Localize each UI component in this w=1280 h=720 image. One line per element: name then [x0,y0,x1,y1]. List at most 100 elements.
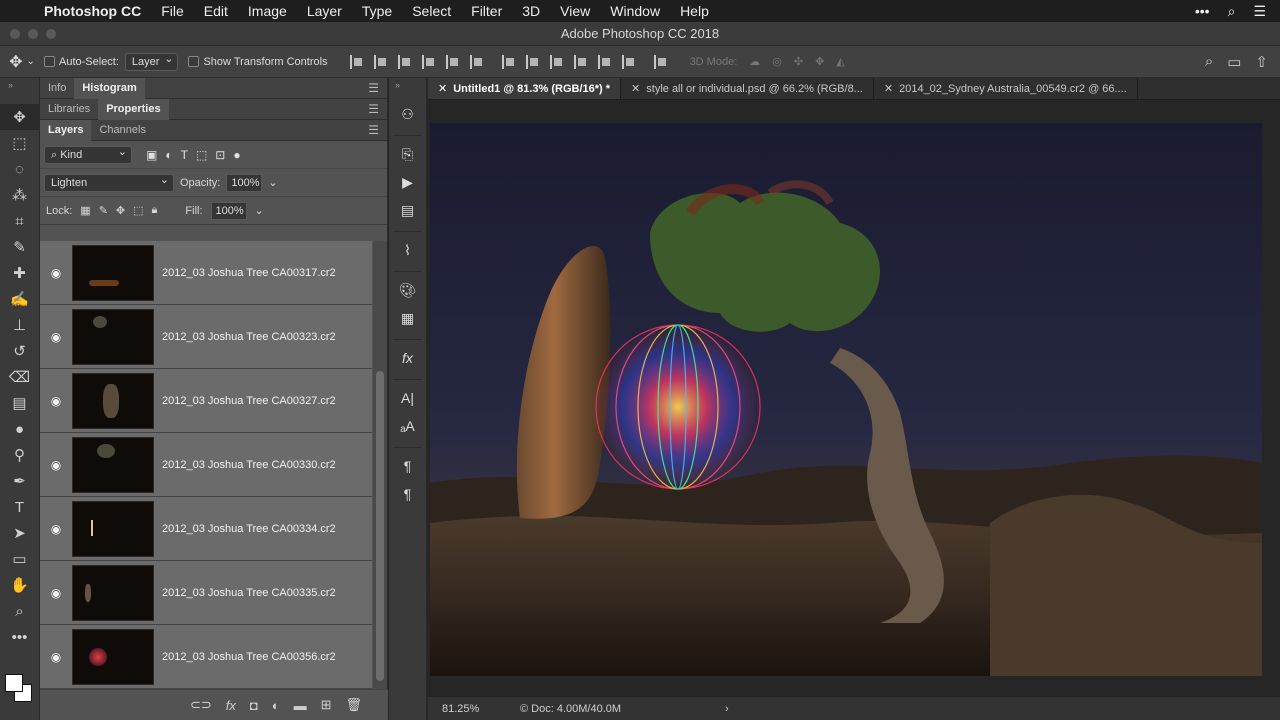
character-panel-button[interactable]: A| [389,384,426,412]
gradient-tool[interactable]: ▤ [0,390,39,416]
add-mask-icon[interactable]: ◘ [250,698,258,713]
adjustment-layer-icon[interactable]: ◐ [272,698,280,713]
roll-3d-icon[interactable]: ◎ [772,55,782,68]
close-icon[interactable]: ✕ [631,83,640,95]
search-icon[interactable]: ⌕ [1205,53,1213,71]
pen-tool[interactable]: ✒ [0,468,39,494]
blend-mode-dropdown[interactable]: Lighten [44,172,174,192]
lock-all-icon[interactable]: 🔒︎ [152,204,158,217]
menu-file[interactable]: File [151,0,194,22]
lock-artboard-icon[interactable]: ⬚ [133,204,143,217]
doc-tab-untitled1[interactable]: ✕ Untitled1 @ 81.3% (RGB/16*) * [428,78,622,99]
menu-3d[interactable]: 3D [512,0,550,22]
paragraph-panel-button[interactable]: ¶ [389,452,426,480]
layer-row[interactable]: ◉ 2012_03 Joshua Tree CA00323.cr2 [40,305,372,369]
align-vcenter-icon[interactable] [373,54,388,69]
type-tool[interactable]: T [0,494,39,520]
visibility-eye-icon[interactable]: ◉ [40,650,72,664]
chevron-right-icon[interactable]: › [725,703,729,715]
more-icon[interactable]: ••• [1195,3,1210,20]
eyedropper-tool[interactable]: ✎ [0,234,39,260]
transform-controls-checkbox[interactable]: Show Transform Controls [188,56,328,68]
menu-select[interactable]: Select [402,0,461,22]
dodge-tool[interactable]: ⚲ [0,442,39,468]
more-tools[interactable]: ••• [0,624,39,650]
move-tool-preset[interactable]: ✥ ⌄ [0,52,44,72]
styles-panel-button[interactable]: fx [389,344,426,372]
distribute-bottom-icon[interactable] [549,54,564,69]
scroll-thumb[interactable] [376,371,384,681]
auto-select-dropdown[interactable]: Layer [124,51,179,71]
distribute-hcenter-icon[interactable] [597,54,612,69]
menu-edit[interactable]: Edit [194,0,238,22]
lock-pixels-icon[interactable]: ✎ [99,204,108,217]
tab-channels[interactable]: Channels [91,120,153,141]
type-filter-icon[interactable]: T [181,148,188,162]
menu-icon[interactable]: ☰ [1253,3,1266,20]
eraser-tool[interactable]: ⌫ [0,364,39,390]
image-filter-icon[interactable]: ▣ [146,148,157,162]
new-group-icon[interactable]: ▬ [294,698,307,713]
color-panel-button[interactable]: 🎨︎ [389,276,426,304]
chevron-down-icon[interactable]: ⌄ [268,176,277,189]
zoom-window-button[interactable] [46,29,56,39]
paths-panel-button[interactable]: ⌇ [389,236,426,264]
align-top-icon[interactable] [349,54,364,69]
orbit-3d-icon[interactable]: ☁ [749,55,760,68]
align-bottom-icon[interactable] [397,54,412,69]
panel-menu-icon[interactable]: ☰ [368,81,379,95]
swatches-panel-button[interactable]: ▦ [389,304,426,332]
auto-select-checkbox[interactable]: Auto-Select: [44,56,119,68]
slide-3d-icon[interactable]: ✥ [815,55,824,68]
fill-field[interactable]: 100% [210,201,247,220]
visibility-eye-icon[interactable]: ◉ [40,330,72,344]
zoom-level[interactable]: 81.25% [428,703,490,715]
lock-position-icon[interactable]: ✥ [116,204,125,217]
doc-tab-sydney[interactable]: ✕ 2014_02_Sydney Australia_00549.cr2 @ 66… [874,78,1138,99]
collapse-icon[interactable]: » [8,80,13,90]
adjustment-filter-icon[interactable]: ◐ [165,148,172,162]
visibility-eye-icon[interactable]: ◉ [40,458,72,472]
distribute-top-icon[interactable] [501,54,516,69]
history-panel-button[interactable]: ⎘ [389,140,426,168]
link-layers-icon[interactable]: ⊂⊃ [190,697,212,713]
align-left-icon[interactable] [421,54,436,69]
distribute-vcenter-icon[interactable] [525,54,540,69]
layer-row[interactable]: ◉ 2012_03 Joshua Tree CA00356.cr2 [40,625,372,689]
visibility-eye-icon[interactable]: ◉ [40,522,72,536]
shape-tool[interactable]: ▭ [0,546,39,572]
workspace-icon[interactable]: ▭ [1227,53,1241,71]
move-tool[interactable]: ✥ [0,104,39,130]
lock-transparent-icon[interactable]: ▦ [80,204,90,217]
lasso-tool[interactable]: ◌ [0,156,39,182]
minimize-window-button[interactable] [28,29,38,39]
tab-libraries[interactable]: Libraries [40,99,98,120]
filter-toggle-icon[interactable]: ● [233,148,240,162]
menu-view[interactable]: View [550,0,600,22]
layer-row[interactable]: ◉ 2012_03 Joshua Tree CA00330.cr2 [40,433,372,497]
foreground-color-swatch[interactable] [5,674,23,692]
menu-window[interactable]: Window [600,0,670,22]
visibility-eye-icon[interactable]: ◉ [40,394,72,408]
hand-tool[interactable]: ✋ [0,572,39,598]
doc-tab-style-all[interactable]: ✕ style all or individual.psd @ 66.2% (RG… [621,78,874,99]
actions-panel-button[interactable]: ▶ [389,168,426,196]
clone-stamp-tool[interactable]: ⊥ [0,312,39,338]
visibility-eye-icon[interactable]: ◉ [40,586,72,600]
scale-3d-icon[interactable]: ◭ [836,55,844,68]
layer-row[interactable]: ◉ 2012_03 Joshua Tree CA00317.cr2 [40,241,372,305]
trash-icon[interactable]: 🗑︎ [345,697,362,713]
menu-help[interactable]: Help [670,0,719,22]
menu-layer[interactable]: Layer [297,0,352,22]
path-select-tool[interactable]: ➤ [0,520,39,546]
document-canvas[interactable] [430,123,1262,676]
fx-icon[interactable]: fx [226,698,236,713]
layer-row[interactable]: ◉ 2012_03 Joshua Tree CA00334.cr2 [40,497,372,561]
tab-info[interactable]: Info [40,78,74,99]
menu-type[interactable]: Type [352,0,402,22]
layer-row[interactable]: ◉ 2012_03 Joshua Tree CA00335.cr2 [40,561,372,625]
zoom-tool[interactable]: ⌕ [0,598,39,624]
collapse-icon[interactable]: » [395,80,400,90]
panel-menu-icon[interactable]: ☰ [368,123,379,137]
crop-tool[interactable]: ⌗ [0,208,39,234]
